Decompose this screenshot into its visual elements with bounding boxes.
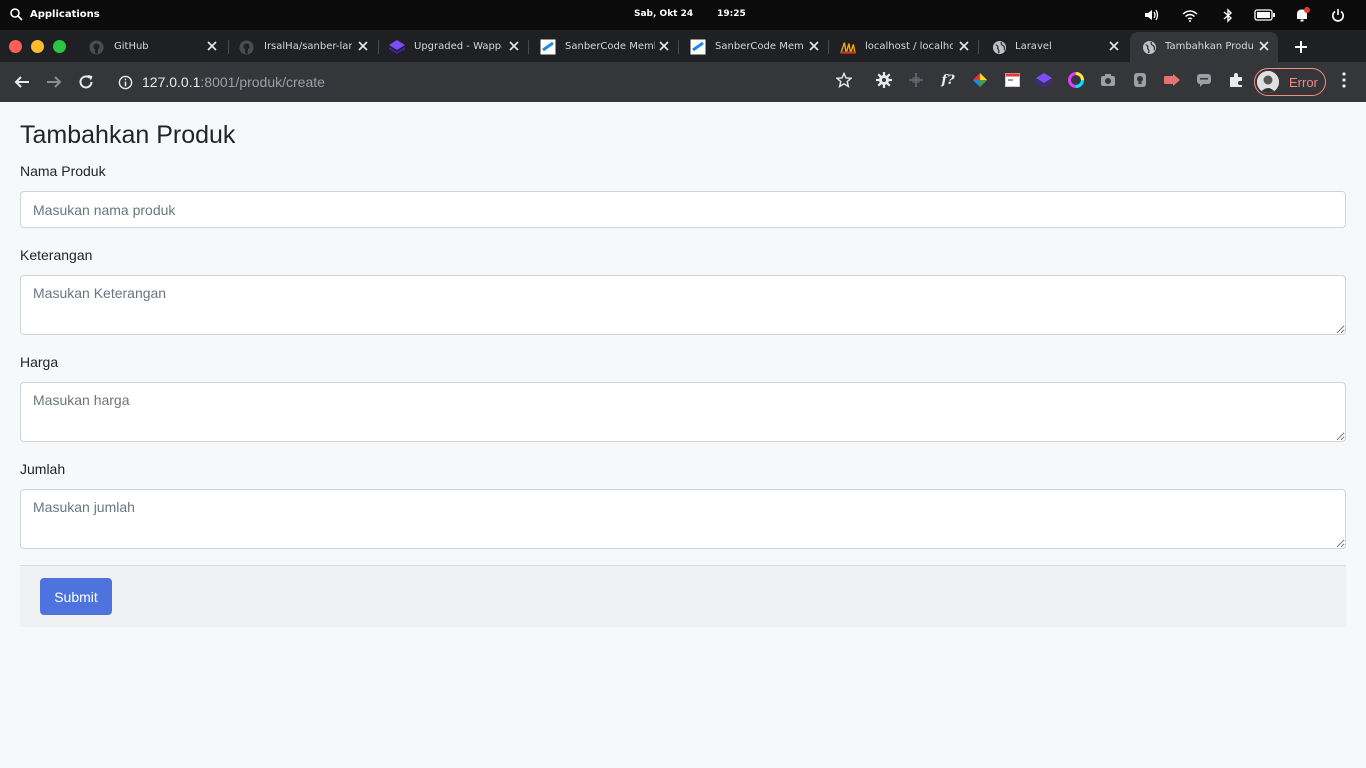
keterangan-textarea[interactable] (20, 275, 1346, 335)
close-tab-icon[interactable] (658, 40, 670, 52)
sanbercode-icon (540, 39, 556, 55)
close-tab-icon[interactable] (958, 40, 970, 52)
address-bar[interactable]: 127.0.0.1:8001/produk/create (110, 67, 865, 97)
gear-extension-icon[interactable] (876, 72, 892, 88)
url-text: 127.0.0.1:8001/produk/create (142, 74, 325, 90)
bulb-extension-icon[interactable] (1132, 72, 1148, 88)
plus-icon (1295, 41, 1307, 53)
bookmark-star-icon[interactable] (836, 72, 852, 88)
browser-tab-active[interactable]: Tambahkan Produk (1130, 32, 1278, 62)
system-tray (1136, 0, 1366, 30)
window-extension-icon[interactable] (1004, 72, 1020, 88)
url-host: 127.0.0.1 (142, 74, 201, 90)
date-label: Sab, Okt 24 (634, 9, 694, 19)
tab-title: Tambahkan Produk (1165, 41, 1253, 52)
browser-tab[interactable]: SanberCode Memb (678, 32, 828, 62)
browser-toolbar: 127.0.0.1:8001/produk/create (0, 62, 1366, 102)
tab-title: Laravel (1015, 41, 1052, 52)
color-wheel-extension-icon[interactable] (1068, 72, 1084, 88)
wappalyzer-icon (389, 39, 405, 55)
jumlah-textarea[interactable] (20, 489, 1346, 549)
back-button[interactable] (12, 72, 32, 92)
close-tab-icon[interactable] (508, 40, 520, 52)
jumlah-label: Jumlah (20, 461, 66, 477)
page-content: Tambahkan Produk Nama Produk Keterangan … (0, 102, 1366, 768)
browser-tab[interactable]: localhost / localhost / (828, 32, 978, 62)
tab-title: SanberCode Membe (565, 41, 655, 52)
notification-bell-icon[interactable] (1294, 7, 1310, 23)
browser-tab[interactable]: IrsalHa/sanber-larav (228, 32, 378, 62)
github-icon (238, 39, 254, 55)
submit-button[interactable]: Submit (40, 578, 112, 615)
globe-icon (991, 39, 1007, 55)
form-footer: Submit (20, 565, 1346, 627)
new-tab-button[interactable] (1291, 37, 1311, 57)
harga-textarea[interactable] (20, 382, 1346, 442)
forward-button[interactable] (44, 72, 64, 92)
font-extension-icon[interactable]: f? (940, 72, 956, 88)
clock[interactable]: Sab, Okt 24 19:25 (634, 9, 746, 19)
applications-label: Applications (30, 9, 100, 20)
close-tab-icon[interactable] (206, 40, 218, 52)
chat-extension-icon[interactable] (1196, 72, 1212, 88)
time-label: 19:25 (717, 9, 746, 19)
close-tab-icon[interactable] (357, 40, 369, 52)
search-icon (10, 8, 23, 21)
wappalyzer-extension-icon[interactable] (1036, 72, 1052, 88)
volume-icon[interactable] (1144, 7, 1160, 23)
power-icon[interactable] (1330, 7, 1346, 23)
nama-produk-input[interactable] (20, 191, 1346, 228)
avatar (1257, 71, 1279, 93)
url-path: :8001/produk/create (200, 74, 325, 90)
profile-error-label: Error (1289, 74, 1318, 90)
arrow-right-icon (47, 76, 62, 88)
puzzle-extensions-icon[interactable] (1228, 72, 1244, 88)
tab-title: GitHub (114, 41, 149, 52)
wifi-icon[interactable] (1182, 7, 1198, 23)
nama-produk-label: Nama Produk (20, 163, 106, 179)
keterangan-label: Keterangan (20, 247, 93, 263)
browser-tab[interactable]: Laravel (978, 32, 1128, 62)
window-maximize-button[interactable] (53, 40, 66, 53)
color-picker-extension-icon[interactable] (972, 72, 988, 88)
close-tab-icon[interactable] (808, 40, 820, 52)
harga-label: Harga (20, 354, 59, 370)
window-minimize-button[interactable] (31, 40, 44, 53)
close-tab-icon[interactable] (1258, 40, 1270, 52)
reload-button[interactable] (76, 72, 96, 92)
browser-tab[interactable]: GitHub (78, 32, 228, 62)
tab-title: SanberCode Memb (715, 41, 803, 52)
kebab-menu-icon[interactable] (1336, 72, 1352, 88)
camera-extension-icon[interactable] (1100, 72, 1116, 88)
os-top-bar: Applications Sab, Okt 24 19:25 (0, 0, 1366, 30)
profile-button[interactable]: Error (1254, 68, 1326, 96)
tab-title: localhost / localhost / (865, 41, 953, 52)
github-icon (88, 39, 104, 55)
tab-title: IrsalHa/sanber-larav (264, 41, 352, 52)
phpmyadmin-icon (840, 39, 856, 55)
page-title: Tambahkan Produk (20, 121, 236, 149)
applications-menu[interactable]: Applications (10, 8, 100, 21)
battery-icon[interactable] (1254, 7, 1276, 23)
bluetooth-icon[interactable] (1220, 7, 1236, 23)
close-tab-icon[interactable] (1108, 40, 1120, 52)
crosshair-extension-icon[interactable] (908, 72, 924, 88)
reload-icon (79, 75, 93, 89)
window-close-button[interactable] (9, 40, 22, 53)
info-icon[interactable] (118, 75, 133, 94)
arrow-left-icon (14, 76, 29, 88)
globe-icon (1141, 39, 1157, 55)
browser-tab[interactable]: Upgraded - Wappaly (378, 32, 528, 62)
tab-title: Upgraded - Wappaly (414, 41, 502, 52)
sanbercode-icon (690, 39, 706, 55)
arrow-extension-icon[interactable] (1164, 72, 1180, 88)
browser-tab[interactable]: SanberCode Membe (528, 32, 678, 62)
